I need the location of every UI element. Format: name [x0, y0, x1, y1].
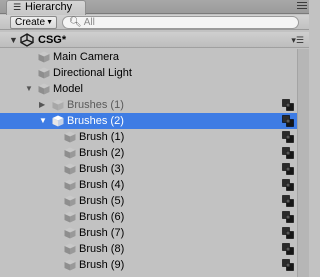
tree-row-label: Brushes (1) [67, 99, 124, 111]
search-icon[interactable]: 🔍︎ [69, 17, 82, 28]
gameobject-cube-icon [38, 67, 50, 79]
gameobject-cube-icon [52, 115, 64, 127]
tree-row-label: Brush (9) [79, 259, 125, 271]
expand-arrow-icon[interactable]: ▼ [9, 32, 18, 48]
csg-operation-icon[interactable] [282, 99, 294, 111]
collapse-arrow-icon[interactable]: ▶ [39, 97, 45, 113]
gameobject-cube-icon [64, 259, 76, 271]
scene-title: CSG* [38, 34, 67, 46]
gameobject-cube-icon [64, 179, 76, 191]
tree-row-brush-3[interactable]: Brush (3) [0, 161, 297, 177]
tree-row-label: Brush (5) [79, 195, 125, 207]
gameobject-cube-icon [64, 147, 76, 159]
gameobject-cube-icon [64, 227, 76, 239]
chevron-down-icon: ▼ [46, 19, 53, 26]
scene-menu-icon[interactable]: ▾☰ [291, 32, 304, 48]
csg-operation-icon[interactable] [282, 179, 294, 191]
tree-row-brush-6[interactable]: Brush (6) [0, 209, 297, 225]
csg-operation-icon[interactable] [282, 227, 294, 239]
tree-row-label: Brush (6) [79, 211, 125, 223]
vertical-scrollbar[interactable] [297, 49, 309, 277]
tree-row-label: Brush (1) [79, 131, 125, 143]
gameobject-cube-icon [52, 99, 64, 111]
csg-operation-icon[interactable] [282, 195, 294, 207]
expand-arrow-icon[interactable]: ▼ [39, 113, 47, 129]
tree-row-label: Main Camera [53, 51, 120, 63]
unity-logo-icon [20, 33, 34, 47]
gameobject-cube-icon [64, 195, 76, 207]
tree-row-label: Brush (3) [79, 163, 125, 175]
tree-row-brush-7[interactable]: Brush (7) [0, 225, 297, 241]
csg-operation-icon[interactable] [282, 131, 294, 143]
hierarchy-toolbar: Create ▼ 🔍︎ All [0, 15, 309, 30]
csg-operation-icon[interactable] [282, 211, 294, 223]
tree-row-main-camera[interactable]: Main Camera [0, 49, 297, 65]
scene-header[interactable]: ▼ CSG* ▾☰ [0, 32, 309, 48]
tree-row-label: Brush (7) [79, 227, 125, 239]
create-button-label: Create [15, 17, 46, 28]
gameobject-cube-icon [64, 243, 76, 255]
tree-row-brush-8[interactable]: Brush (8) [0, 241, 297, 257]
tree-row-label: Model [53, 83, 83, 95]
tree-row-brush-2[interactable]: Brush (2) [0, 145, 297, 161]
tree-row-brush-1[interactable]: Brush (1) [0, 129, 297, 145]
csg-operation-icon[interactable] [282, 115, 294, 127]
tree-row-brushes-1[interactable]: ▶ Brushes (1) [0, 97, 297, 113]
tree-row-directional-light[interactable]: Directional Light [0, 65, 297, 81]
gameobject-cube-icon [38, 51, 50, 63]
csg-operation-icon[interactable] [282, 243, 294, 255]
create-dropdown-button[interactable]: Create ▼ [10, 16, 57, 29]
gameobject-cube-icon [64, 211, 76, 223]
tree-row-brushes-2[interactable]: ▼ Brushes (2) [0, 113, 297, 129]
tree-row-label: Brush (2) [79, 147, 125, 159]
gameobject-cube-icon [64, 163, 76, 175]
tree-row-label: Brush (4) [79, 179, 125, 191]
search-placeholder: All [83, 17, 95, 28]
csg-operation-icon[interactable] [282, 259, 294, 271]
csg-operation-icon[interactable] [282, 147, 294, 159]
tree-row-label: Directional Light [53, 67, 132, 79]
hierarchy-list-icon: ☰ [13, 2, 22, 12]
tree-row-brush-9[interactable]: Brush (9) [0, 257, 297, 273]
gameobject-cube-icon [64, 131, 76, 143]
hierarchy-tree: Main Camera Directional Light ▼ Model ▶ Brush… [0, 49, 297, 273]
gameobject-cube-icon [38, 83, 50, 95]
tab-hierarchy[interactable]: ☰ Hierarchy [6, 0, 86, 15]
search-field[interactable]: 🔍︎ All [62, 16, 299, 29]
tree-row-label: Brush (8) [79, 243, 125, 255]
tree-row-model[interactable]: ▼ Model [0, 81, 297, 97]
tab-bar: ☰ Hierarchy [0, 0, 309, 15]
tree-row-brush-4[interactable]: Brush (4) [0, 177, 297, 193]
csg-operation-icon[interactable] [282, 163, 294, 175]
expand-arrow-icon[interactable]: ▼ [25, 81, 33, 97]
tab-hierarchy-label: Hierarchy [25, 1, 73, 13]
tree-row-label: Brushes (2) [67, 115, 124, 127]
panel-menu-icon[interactable] [297, 0, 307, 10]
tree-row-brush-5[interactable]: Brush (5) [0, 193, 297, 209]
